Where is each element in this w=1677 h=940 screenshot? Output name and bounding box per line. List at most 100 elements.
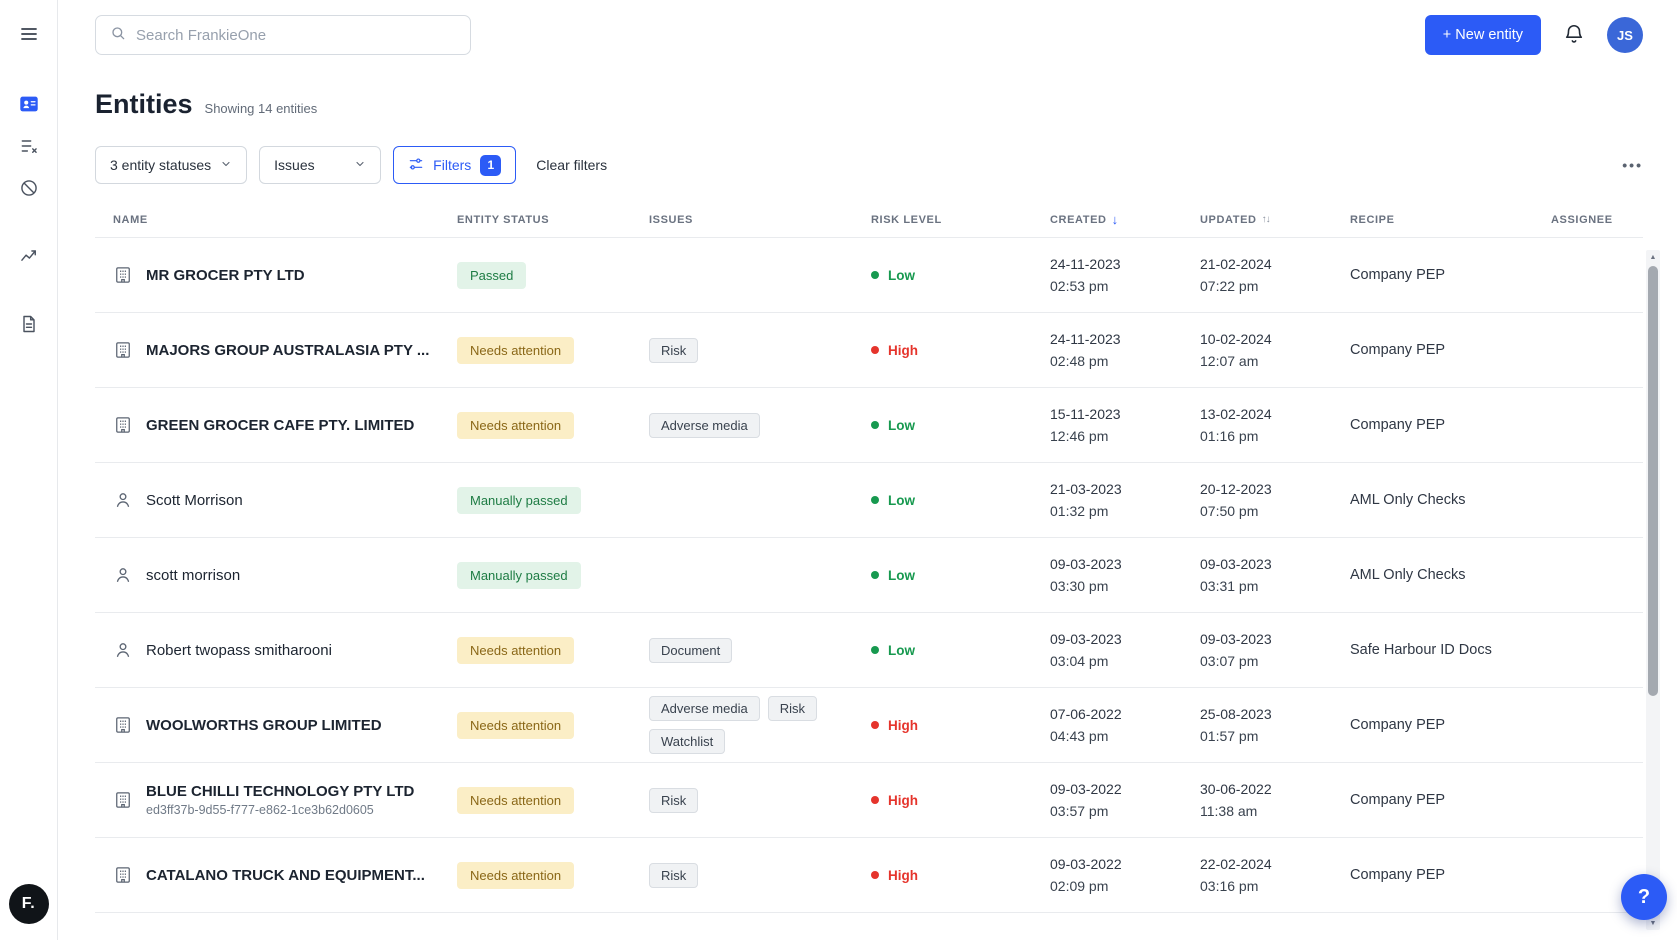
logo-text: F.	[22, 895, 35, 913]
recipe-cell: AML Only Checks	[1350, 567, 1551, 583]
status-badge: Manually passed	[457, 562, 581, 589]
new-entity-button[interactable]: + New entity	[1425, 15, 1541, 55]
filters-button[interactable]: Filters 1	[393, 146, 516, 184]
updated-time: 11:38 am	[1200, 802, 1338, 820]
column-label: NAME	[113, 214, 148, 226]
updated-date: 22-02-2024	[1200, 855, 1338, 873]
search-input[interactable]	[136, 27, 456, 44]
issues-dropdown[interactable]: Issues	[259, 146, 381, 184]
page-title: Entities	[95, 89, 193, 120]
updated-cell: 21-02-2024 07:22 pm	[1200, 255, 1350, 294]
issues-cell: Risk	[649, 863, 871, 888]
scroll-up-arrow-icon[interactable]: ▲	[1650, 250, 1657, 264]
search-box[interactable]	[95, 15, 471, 55]
scrollbar-thumb[interactable]	[1648, 266, 1658, 696]
created-cell: 09-03-202203:57 pm	[1050, 780, 1200, 819]
risk-dot-icon	[871, 646, 879, 654]
entity-status-cell: Manually passed	[457, 487, 649, 514]
sidebar-item-onboarding[interactable]	[10, 130, 48, 164]
column-header-entity-status[interactable]: ENTITY STATUS	[457, 214, 649, 226]
column-label: ISSUES	[649, 214, 693, 226]
column-header-recipe[interactable]: RECIPE	[1350, 214, 1551, 226]
entity-name[interactable]: WOOLWORTHS GROUP LIMITED	[146, 717, 382, 734]
table-row[interactable]: GREEN GROCER CAFE PTY. LIMITEDNeeds atte…	[95, 388, 1643, 463]
column-header-created[interactable]: CREATED↓	[1050, 212, 1200, 227]
recipe-label: Company PEP	[1350, 267, 1445, 283]
created-time: 02:09 pm	[1050, 877, 1188, 895]
help-button[interactable]: ?	[1621, 874, 1667, 920]
risk-dot-icon	[871, 571, 879, 579]
risk-label: Low	[888, 418, 915, 433]
company-icon	[113, 340, 133, 360]
recipe-cell: Company PEP	[1350, 267, 1551, 283]
updated-cell: 22-02-202403:16 pm	[1200, 855, 1350, 894]
sort-toggle-icon: ↑↓	[1262, 214, 1270, 225]
risk-label: High	[888, 343, 918, 358]
menu-button[interactable]	[10, 18, 48, 52]
recipe-label: Safe Harbour ID Docs	[1350, 642, 1492, 658]
entity-name[interactable]: CATALANO TRUCK AND EQUIPMENT...	[146, 867, 425, 884]
created-time: 02:48 pm	[1050, 352, 1188, 370]
issue-chip: Risk	[768, 696, 817, 721]
updated-date: 25-08-2023	[1200, 705, 1338, 723]
sidebar-item-blocklist[interactable]	[10, 172, 48, 206]
table-row[interactable]: BLUE CHILLI TECHNOLOGY PTY LTDed3ff37b-9…	[95, 763, 1643, 838]
table-row[interactable]: scott morrison Manually passed Low09-03-20…	[95, 538, 1643, 613]
status-badge: Manually passed	[457, 487, 581, 514]
table-row[interactable]: MR GROCER PTY LTDPassedLow24-11-202302:5…	[95, 238, 1643, 313]
table-row[interactable]: MAJORS GROUP AUSTRALASIA PTY ... Needs at…	[95, 313, 1643, 388]
entity-name[interactable]: GREEN GROCER CAFE PTY. LIMITED	[146, 417, 414, 434]
column-header-issues[interactable]: ISSUES	[649, 214, 871, 226]
recipe-label: AML Only Checks	[1350, 492, 1466, 508]
sidebar-item-entities[interactable]	[10, 88, 48, 122]
table-row[interactable]: CATALANO TRUCK AND EQUIPMENT...Needs att…	[95, 838, 1643, 913]
column-header-risk-level[interactable]: RISK LEVEL	[871, 214, 1050, 226]
table-scrollbar[interactable]: ▲ ▼	[1646, 250, 1660, 930]
table-row[interactable]: Scott MorrisonManually passedLow21-03-20…	[95, 463, 1643, 538]
entity-name[interactable]: Robert twopass smitharooni	[146, 642, 332, 659]
entity-name[interactable]: Scott Morrison	[146, 492, 243, 509]
name-cell: scott morrison	[113, 565, 457, 585]
updated-time: 07:22 pm	[1200, 277, 1338, 295]
updated-cell: 30-06-202211:38 am	[1200, 780, 1350, 819]
column-header-assignee[interactable]: ASSIGNEE	[1551, 214, 1643, 226]
updated-date: 20-12-2023	[1200, 480, 1338, 498]
updated-date: 21-02-2024	[1200, 255, 1338, 273]
issue-chip: Document	[649, 638, 732, 663]
recipe-cell: Safe Harbour ID Docs	[1350, 642, 1551, 658]
entity-name[interactable]: BLUE CHILLI TECHNOLOGY PTY LTD	[146, 783, 414, 800]
sidebar-item-analytics[interactable]	[10, 240, 48, 274]
column-label: ASSIGNEE	[1551, 214, 1613, 226]
column-header-name[interactable]: NAME	[113, 214, 457, 226]
entity-name[interactable]: MR GROCER PTY LTD	[146, 267, 305, 284]
created-time: 04:43 pm	[1050, 727, 1188, 745]
sidebar-nav	[10, 88, 48, 342]
entity-statuses-dropdown[interactable]: 3 entity statuses	[95, 146, 247, 184]
trend-chart-icon	[19, 246, 39, 269]
table-row[interactable]: WOOLWORTHS GROUP LIMITEDNeeds attentionA…	[95, 688, 1643, 763]
clear-filters-button[interactable]: Clear filters	[536, 157, 607, 173]
table-row[interactable]: Robert twopass smitharooniNeeds attentio…	[95, 613, 1643, 688]
created-date: 09-03-2023	[1050, 555, 1188, 573]
filter-row: 3 entity statuses Issues Filters 1 Clear…	[58, 120, 1677, 184]
document-icon	[19, 314, 39, 337]
notifications-button[interactable]	[1563, 23, 1585, 48]
updated-cell: 25-08-202301:57 pm	[1200, 705, 1350, 744]
checklist-icon	[19, 136, 39, 159]
updated-cell: 13-02-202401:16 pm	[1200, 405, 1350, 444]
column-header-updated[interactable]: UPDATED↑↓	[1200, 214, 1350, 226]
risk-level-cell: Low	[871, 268, 1050, 283]
prohibited-icon	[19, 178, 39, 201]
risk-label: Low	[888, 643, 915, 658]
entity-name[interactable]: MAJORS GROUP AUSTRALASIA PTY ...	[146, 342, 429, 359]
sliders-icon	[408, 156, 424, 175]
entity-name[interactable]: scott morrison	[146, 567, 240, 584]
sidebar-item-documents[interactable]	[10, 308, 48, 342]
risk-level-cell: Low	[871, 568, 1050, 583]
more-options-button[interactable]: •••	[1622, 157, 1643, 173]
recipe-label: Company PEP	[1350, 867, 1445, 883]
avatar[interactable]: JS	[1607, 17, 1643, 53]
created-cell: 24-11-202302:53 pm	[1050, 255, 1200, 294]
page-subtitle: Showing 14 entities	[205, 101, 318, 116]
status-badge: Needs attention	[457, 337, 574, 364]
